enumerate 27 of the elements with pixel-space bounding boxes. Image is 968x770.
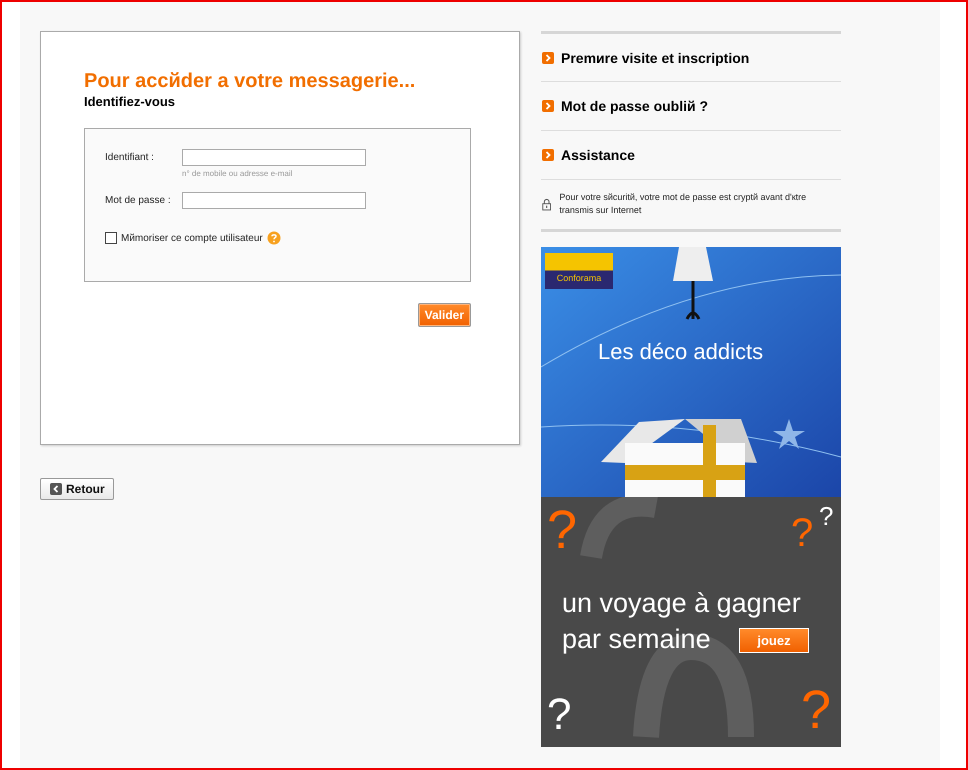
checkbox[interactable] [105, 232, 117, 244]
security-note: Pour votre sйcuritй, votre mot de passe est cryptй avant d'кtre transmis sur Internet [559, 191, 808, 217]
ad-headline: Les déco addicts [598, 339, 764, 365]
brand-logo: Conforama [545, 253, 613, 289]
side-link[interactable]: Assistance [541, 131, 841, 180]
checkbox-label: Mйmoriser ce compte utilisateur [121, 232, 263, 244]
login-subtitle: Identifiez-vous [84, 94, 176, 109]
padlock-icon [542, 196, 552, 212]
question-mark: ? [791, 513, 814, 553]
question-mark: ? [547, 693, 572, 737]
side-link[interactable]: Premиre visite et inscription [541, 34, 841, 82]
question-mark: ? [801, 683, 832, 737]
side-link[interactable]: Mot de passe oubliй ? [541, 82, 841, 131]
question-mark: ? [819, 503, 834, 529]
login-title: Pour accйder a votre messagerie... [84, 70, 416, 93]
ad-headline: par semaine [562, 623, 711, 656]
back-button[interactable]: Retour [40, 478, 114, 500]
help-icon[interactable] [266, 231, 281, 245]
ad-headline: un voyage à gagner [562, 587, 801, 620]
ad-banner[interactable]: Conforama Les déco addicts [541, 247, 841, 497]
input-field[interactable] [182, 192, 366, 209]
question-mark: ? [547, 503, 578, 557]
ad-banner[interactable]: ? ?? ? ? un voyage à gagner par semaine jouez [541, 497, 841, 747]
field-label: Identifiant : [105, 151, 155, 165]
field-hint: n° de mobile ou adresse e-mail [182, 169, 294, 178]
input-field[interactable] [182, 149, 366, 166]
field-label: Mot de passe : [105, 194, 172, 208]
